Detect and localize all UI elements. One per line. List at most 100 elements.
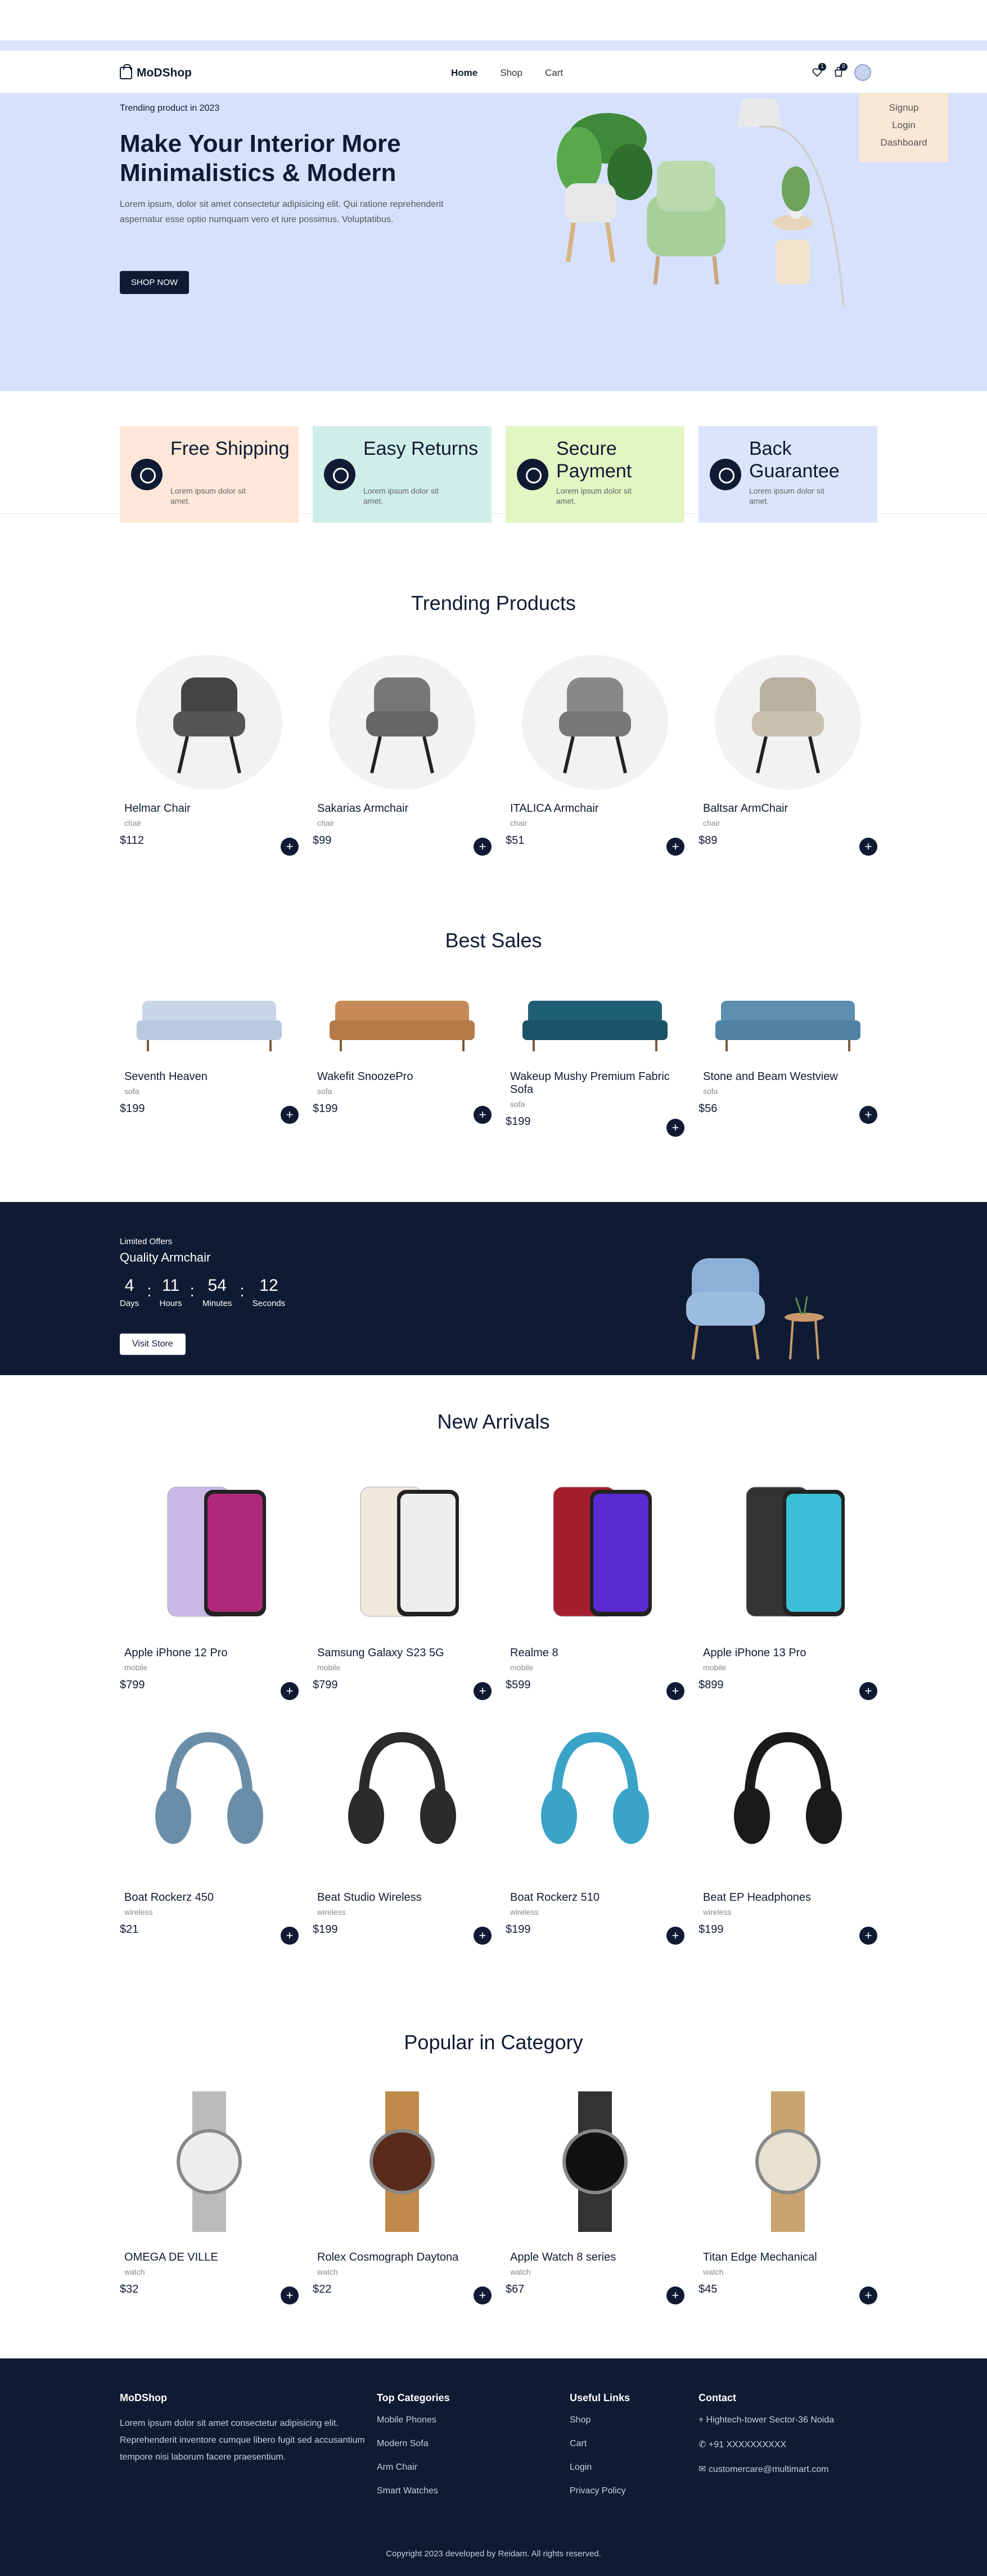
add-to-cart-button[interactable]: + <box>281 2286 299 2304</box>
add-to-cart-button[interactable]: + <box>281 838 299 856</box>
product-name: ITALICA Armchair <box>510 802 599 815</box>
brand-logo[interactable]: MoDShop <box>120 64 192 80</box>
heart-icon[interactable]: 1 <box>812 63 826 79</box>
product-image <box>313 973 492 1063</box>
product-price: $199 <box>698 1923 724 1936</box>
cart-badge: 0 <box>840 63 848 71</box>
footer-cat-link[interactable]: Smart Watches <box>377 2486 450 2496</box>
add-to-cart-button[interactable]: + <box>666 1119 684 1137</box>
add-to-cart-button[interactable]: + <box>666 2286 684 2304</box>
product-price: $67 <box>506 2283 525 2295</box>
product-card[interactable]: Boat Rockerz 450 wireless $21 + <box>120 1703 299 1946</box>
product-card[interactable]: Titan Edge Mechanical watch $45 + <box>698 2080 877 2306</box>
product-name: Realme 8 <box>510 1647 558 1659</box>
add-to-cart-button[interactable]: + <box>859 1927 877 1945</box>
nav-shop[interactable]: Shop <box>500 67 522 79</box>
add-to-cart-button[interactable]: + <box>474 1927 492 1945</box>
product-price: $199 <box>506 1115 531 1128</box>
product-price: $21 <box>120 1923 139 1936</box>
user-avatar[interactable] <box>854 64 871 81</box>
product-name: Titan Edge Mechanical <box>703 2251 817 2263</box>
shop-now-button[interactable]: SHOP NOW <box>120 271 190 294</box>
add-to-cart-button[interactable]: + <box>474 1106 492 1124</box>
product-card[interactable]: Apple iPhone 12 Pro mobile $799 + <box>120 1459 299 1701</box>
product-card[interactable]: Boat Rockerz 510 wireless $199 + <box>506 1703 684 1946</box>
footer-categories-title: Top Categories <box>377 2392 450 2403</box>
product-category: chair <box>703 819 720 828</box>
product-image <box>698 1459 877 1639</box>
footer: MoDShop Lorem ipsum dolor sit amet conse… <box>0 2358 987 2576</box>
add-to-cart-button[interactable]: + <box>859 1682 877 1700</box>
feature-guarantee: Back Guarantee Lorem ipsum dolor sit ame… <box>698 426 877 523</box>
add-to-cart-button[interactable]: + <box>666 838 684 856</box>
product-card[interactable]: Stone and Beam Westview sofa $56 + <box>698 973 877 1125</box>
footer-link[interactable]: Shop <box>570 2415 630 2425</box>
user-dropdown: Signup Login Dashboard <box>859 93 948 162</box>
product-card[interactable]: ITALICA Armchair chair $51 + <box>506 638 684 857</box>
product-category: wireless <box>317 1908 346 1917</box>
product-price: $199 <box>120 1102 145 1115</box>
navbar: MoDShop Home Shop Cart 1 0 <box>0 51 987 93</box>
dropdown-signup[interactable]: Signup <box>859 102 948 114</box>
footer-cat-link[interactable]: Mobile Phones <box>377 2415 450 2425</box>
contact-email[interactable]: ✉ customercare@multimart.com <box>698 2464 834 2475</box>
product-card[interactable]: Sakarias Armchair chair $99 + <box>313 638 492 857</box>
add-to-cart-button[interactable]: + <box>281 1106 299 1124</box>
footer-link[interactable]: Cart <box>570 2439 630 2449</box>
feature-returns: Easy Returns Lorem ipsum dolor sit amet. <box>313 426 492 523</box>
cart-icon[interactable]: 0 <box>833 63 848 79</box>
popular-title: Popular in Category <box>404 2031 583 2054</box>
product-card[interactable]: Apple Watch 8 series watch $67 + <box>506 2080 684 2306</box>
hero-section: Trending product in 2023 Make Your Inter… <box>0 93 987 391</box>
hero-title: Make Your Interior More Minimalistics & … <box>120 130 401 187</box>
product-image <box>120 973 299 1063</box>
add-to-cart-button[interactable]: + <box>281 1927 299 1945</box>
add-to-cart-button[interactable]: + <box>859 838 877 856</box>
feature-payment: Secure Payment Lorem ipsum dolor sit ame… <box>506 426 684 523</box>
product-card[interactable]: Beat EP Headphones wireless $199 + <box>698 1703 877 1946</box>
product-category: watch <box>703 2267 724 2276</box>
visit-store-button[interactable]: Visit Store <box>120 1334 186 1355</box>
product-image <box>313 2080 492 2243</box>
nav-cart[interactable]: Cart <box>545 67 563 79</box>
product-category: mobile <box>510 1663 534 1672</box>
truck-icon <box>131 459 163 490</box>
product-card[interactable]: OMEGA DE VILLE watch $32 + <box>120 2080 299 2306</box>
add-to-cart-button[interactable]: + <box>474 838 492 856</box>
product-card[interactable]: Wakefit SnoozePro sofa $199 + <box>313 973 492 1125</box>
footer-cat-link[interactable]: Arm Chair <box>377 2462 450 2473</box>
product-card[interactable]: Rolex Cosmograph Daytona watch $22 + <box>313 2080 492 2306</box>
product-card[interactable]: Seventh Heaven sofa $199 + <box>120 973 299 1125</box>
add-to-cart-button[interactable]: + <box>474 1682 492 1700</box>
dropdown-login[interactable]: Login <box>859 120 948 131</box>
add-to-cart-button[interactable]: + <box>281 1682 299 1700</box>
footer-link[interactable]: Privacy Policy <box>570 2486 630 2496</box>
product-image <box>120 2080 299 2243</box>
product-category: mobile <box>317 1663 341 1672</box>
product-category: mobile <box>124 1663 148 1672</box>
product-card[interactable]: Apple iPhone 13 Pro mobile $899 + <box>698 1459 877 1701</box>
product-card[interactable]: Samsung Galaxy S23 5G mobile $799 + <box>313 1459 492 1701</box>
product-price: $99 <box>313 834 332 847</box>
add-to-cart-button[interactable]: + <box>666 1927 684 1945</box>
add-to-cart-button[interactable]: + <box>666 1682 684 1700</box>
footer-cat-link[interactable]: Modern Sofa <box>377 2439 450 2449</box>
footer-link[interactable]: Login <box>570 2462 630 2473</box>
add-to-cart-button[interactable]: + <box>859 2286 877 2304</box>
product-card[interactable]: Realme 8 mobile $599 + <box>506 1459 684 1701</box>
product-card[interactable]: Helmar Chair chair $112 + <box>120 638 299 857</box>
dropdown-dashboard[interactable]: Dashboard <box>859 137 948 148</box>
product-card[interactable]: Baltsar ArmChair chair $89 + <box>698 638 877 857</box>
footer-about: Lorem ipsum dolor sit amet consectetur a… <box>120 2419 365 2462</box>
product-card[interactable]: Beat Studio Wireless wireless $199 + <box>313 1703 492 1946</box>
nav-home[interactable]: Home <box>451 67 477 79</box>
product-price: $112 <box>120 834 145 847</box>
hero-kicker: Trending product in 2023 <box>120 103 220 113</box>
countdown-timer: 4 Days : 11 Hours : 54 Minutes : 12 Seconds <box>120 1276 286 1308</box>
add-to-cart-button[interactable]: + <box>859 1106 877 1124</box>
product-card[interactable]: Wakeup Mushy Premium Fabric Sofa sofa $1… <box>506 973 684 1138</box>
add-to-cart-button[interactable]: + <box>474 2286 492 2304</box>
product-image <box>698 2080 877 2243</box>
product-name: Apple iPhone 13 Pro <box>703 1647 806 1659</box>
product-category: wireless <box>124 1908 153 1917</box>
